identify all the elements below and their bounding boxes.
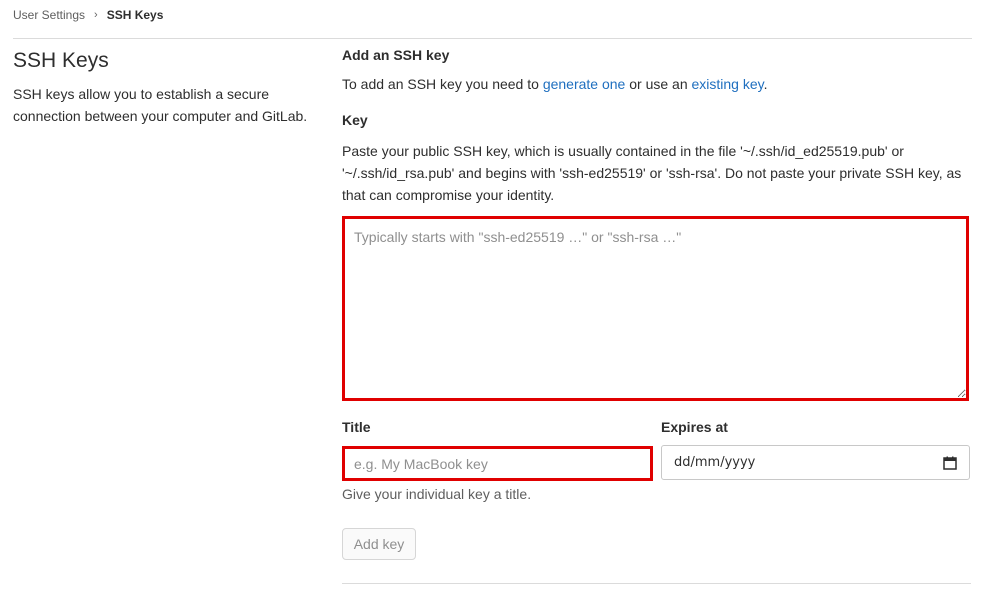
title-label: Title [342, 419, 371, 435]
settings-sidebar-info: SSH Keys SSH keys allow you to establish… [13, 48, 318, 127]
bottom-divider [342, 583, 971, 584]
expires-date-value: dd/mm/yyyy [674, 455, 756, 470]
title-input[interactable] [342, 446, 653, 481]
top-divider [13, 38, 972, 39]
generate-one-link[interactable]: generate one [543, 76, 626, 92]
page-title: SSH Keys [13, 49, 109, 72]
key-textarea[interactable] [342, 216, 969, 401]
expires-label: Expires at [661, 419, 728, 435]
calendar-icon[interactable] [943, 456, 957, 470]
page-description: SSH keys allow you to establish a secure… [13, 86, 308, 124]
key-help-text: Paste your public SSH key, which is usua… [342, 143, 962, 203]
breadcrumb-chevron-icon: › [94, 9, 98, 21]
breadcrumb-current: SSH Keys [106, 8, 164, 22]
form-intro: To add an SSH key you need to generate o… [342, 73, 972, 95]
title-help-text: Give your individual key a title. [342, 486, 532, 502]
add-ssh-key-form: Add an SSH key To add an SSH key you nee… [342, 44, 972, 584]
key-label: Key [342, 112, 368, 128]
expires-date-input[interactable]: dd/mm/yyyy [661, 445, 970, 480]
add-key-button[interactable]: Add key [342, 528, 416, 560]
form-heading: Add an SSH key [342, 47, 450, 63]
existing-key-link[interactable]: existing key [692, 76, 764, 92]
intro-text-suffix: . [763, 76, 768, 92]
breadcrumb-user-settings[interactable]: User Settings [13, 8, 85, 22]
breadcrumb: User Settings › SSH Keys [13, 8, 163, 22]
intro-text-prefix: To add an SSH key you need to [342, 76, 543, 92]
intro-text-middle: or use an [625, 76, 692, 92]
